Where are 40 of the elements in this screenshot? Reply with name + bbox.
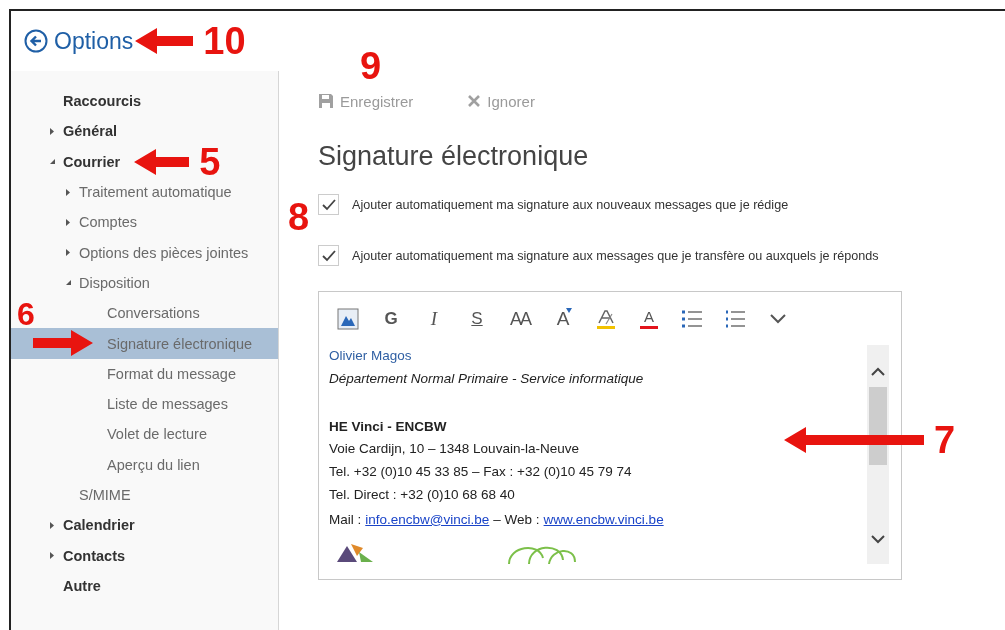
checkbox-label: Ajouter automatiquement ma signature aux nouveaux messages que je rédige — [352, 197, 789, 212]
signature-line: Tel. Direct : +32 (0)10 68 68 40 — [329, 486, 515, 504]
checkbox-label: Ajouter automatiquement ma signature aux messages que je transfère ou auxquels je réponds — [352, 248, 879, 263]
link[interactable]: www.encbw.vinci.be — [543, 508, 664, 532]
annotation-number: 8 — [288, 198, 310, 236]
font-color-button[interactable]: A — [636, 306, 662, 332]
signature-line: HE Vinci - ENCBW — [329, 417, 447, 436]
nav-item[interactable]: Disposition — [65, 267, 150, 299]
signature-line: Voie Cardijn, 10 – 1348 Louvain-la-Neuve — [329, 440, 579, 459]
nav-item[interactable]: Options des pièces jointes — [65, 237, 249, 268]
nav-item[interactable]: Calendrier — [49, 510, 135, 541]
bold-button[interactable]: G — [378, 306, 404, 332]
underline-button[interactable]: S — [464, 306, 490, 332]
annotation-number: 7 — [934, 421, 956, 459]
nav-item[interactable]: Comptes — [65, 207, 138, 238]
grow-font-button[interactable]: A — [550, 306, 576, 332]
nav-item[interactable]: S/MIME — [65, 479, 131, 511]
signature-text: – Web : — [493, 510, 540, 529]
page-title: Options — [54, 27, 134, 55]
signature-line: Tel. +32 (0)10 45 33 85 – Fax : +32 (0)10 45 79 74 — [329, 463, 632, 482]
nav-item[interactable]: Aperçu du lien — [93, 449, 200, 480]
nav-item[interactable]: Conversations — [93, 298, 200, 329]
nav-item[interactable]: Format du message — [93, 358, 236, 389]
annotation-number: 9 — [360, 47, 382, 85]
font-size-button[interactable]: AA — [507, 306, 533, 332]
signature-line: Département Normal Primaire - Service informatique — [329, 369, 644, 388]
annotation-number: 6 — [17, 298, 35, 331]
nav-item[interactable]: Volet de lecture — [93, 419, 207, 450]
nav-item[interactable]: Autre — [49, 570, 101, 602]
section-heading: Signature électronique — [318, 141, 590, 172]
nav-item[interactable]: Courrier — [49, 146, 121, 177]
annotation-number: 10 — [203, 22, 246, 60]
nav-item[interactable]: Raccourcis — [49, 86, 142, 117]
italic-button[interactable]: I — [421, 306, 447, 332]
signature-text: Mail : — [329, 510, 362, 529]
signature-line: Olivier Magos — [329, 347, 412, 365]
nav-item[interactable]: Liste de messages — [93, 388, 228, 420]
nav-item[interactable]: Contacts — [49, 540, 126, 571]
link[interactable]: info.encbw@vinci.be — [365, 508, 490, 532]
nav-item[interactable]: Général — [49, 116, 117, 147]
